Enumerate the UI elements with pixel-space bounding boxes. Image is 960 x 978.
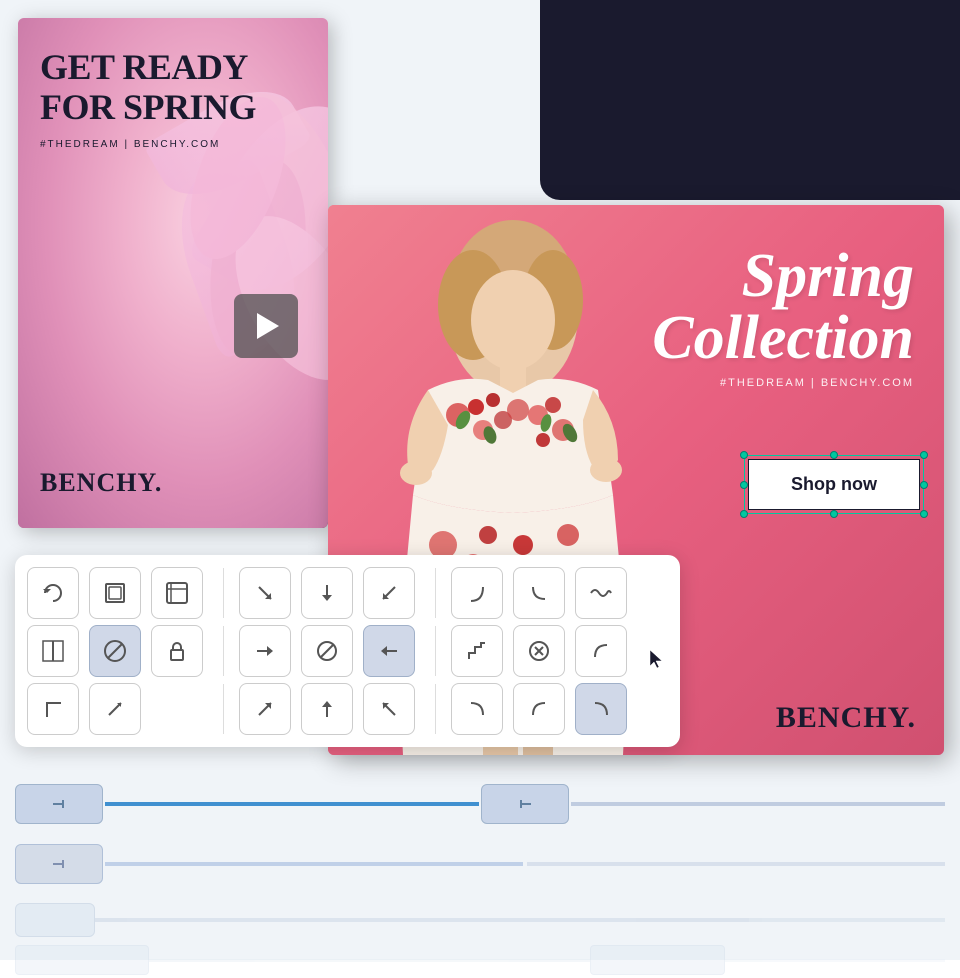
icon-arrow-up[interactable]: [301, 683, 353, 735]
shop-now-button[interactable]: Shop now: [748, 459, 920, 510]
handle-bottom-right[interactable]: [920, 510, 928, 518]
slider-handle-right-1[interactable]: [481, 784, 569, 824]
handle-top-middle[interactable]: [830, 451, 838, 459]
icon-curve-topleft[interactable]: [513, 567, 565, 619]
shop-now-selection: Shop now: [744, 455, 924, 514]
card-right-brand: BENCHY.: [776, 701, 916, 735]
slider-row-1: [15, 782, 945, 826]
handle-top-left[interactable]: [740, 451, 748, 459]
slider-row-2: [15, 842, 945, 886]
card-left-brand: BENCHY.: [40, 468, 162, 498]
icon-curve-active[interactable]: [575, 683, 627, 735]
collection-title-line2: Collection: [644, 307, 914, 369]
slider-track-right-3: [749, 918, 945, 922]
card-left-subtitle: #THEDREAM | BENCHY.COM: [40, 139, 256, 150]
divider-6: [435, 684, 436, 734]
slider-handle-left-3[interactable]: [15, 903, 95, 937]
slider-handle-left-2[interactable]: [15, 844, 103, 884]
slider-track-right-1: [571, 802, 945, 806]
collection-title-line1: Spring: [644, 245, 914, 307]
icon-flip[interactable]: [27, 625, 79, 677]
icon-diagonal-arrow[interactable]: [89, 683, 141, 735]
card-left-text-block: GET READY FOR SPRING #THEDREAM | BENCHY.…: [40, 48, 256, 150]
handle-bottom-middle[interactable]: [830, 510, 838, 518]
icon-curve-right[interactable]: [451, 567, 503, 619]
handle-top-right[interactable]: [920, 451, 928, 459]
icon-arrow-se[interactable]: [239, 567, 291, 619]
divider-5: [223, 684, 224, 734]
icon-crop[interactable]: [89, 567, 141, 619]
handle-middle-right[interactable]: [920, 481, 928, 489]
divider-1: [223, 568, 224, 618]
slider-handle-left-4[interactable]: [15, 945, 149, 975]
card-right-subtitle: #THEDREAM | BENCHY.COM: [644, 377, 914, 389]
cursor: [648, 648, 668, 672]
slider-track-4: [149, 959, 590, 962]
divider-3: [223, 626, 224, 676]
icon-rotate[interactable]: [27, 567, 79, 619]
icon-panel: [15, 555, 680, 747]
slider-track-3: [95, 918, 749, 922]
slider-handle-right-4[interactable]: [590, 945, 724, 975]
slider-row-3: [15, 902, 945, 938]
icon-circle-x[interactable]: [513, 625, 565, 677]
handle-middle-left[interactable]: [740, 481, 748, 489]
handle-bottom-left[interactable]: [740, 510, 748, 518]
slider-track-right-4: [725, 959, 945, 962]
icon-curve-br[interactable]: [451, 683, 503, 735]
icon-arrow-down[interactable]: [301, 567, 353, 619]
icon-crop-alt[interactable]: [151, 567, 203, 619]
dark-corner: [540, 0, 960, 200]
card-left-title-line1: GET READY: [40, 48, 256, 88]
icon-circle-slash[interactable]: [301, 625, 353, 677]
icon-arrow-right[interactable]: [239, 625, 291, 677]
divider-2: [435, 568, 436, 618]
slider-track-right-2: [527, 862, 945, 866]
timeline-area: [15, 782, 945, 978]
card-right-content: Spring Collection #THEDREAM | BENCHY.COM: [644, 245, 914, 389]
shop-now-wrapper: Shop now: [744, 455, 924, 514]
card-left-title-line2: FOR SPRING: [40, 88, 256, 128]
card-left: GET READY FOR SPRING #THEDREAM | BENCHY.…: [18, 18, 328, 528]
slider-row-4: [15, 942, 945, 978]
icon-curve-bl[interactable]: [513, 683, 565, 735]
icon-arrow-nw[interactable]: [363, 683, 415, 735]
icon-square-corner[interactable]: [27, 683, 79, 735]
icon-arrow-left[interactable]: [363, 625, 415, 677]
icon-wave[interactable]: [575, 567, 627, 619]
icon-arrow-ne[interactable]: [239, 683, 291, 735]
play-icon: [257, 313, 279, 339]
icon-lock[interactable]: [151, 625, 203, 677]
icon-block[interactable]: [89, 625, 141, 677]
icon-stairs[interactable]: [451, 625, 503, 677]
slider-track-2[interactable]: [105, 862, 523, 866]
divider-4: [435, 626, 436, 676]
slider-track-1[interactable]: [105, 802, 479, 806]
slider-handle-left-1[interactable]: [15, 784, 103, 824]
play-button[interactable]: [234, 294, 298, 358]
icon-arc[interactable]: [575, 625, 627, 677]
icon-arrow-sw[interactable]: [363, 567, 415, 619]
